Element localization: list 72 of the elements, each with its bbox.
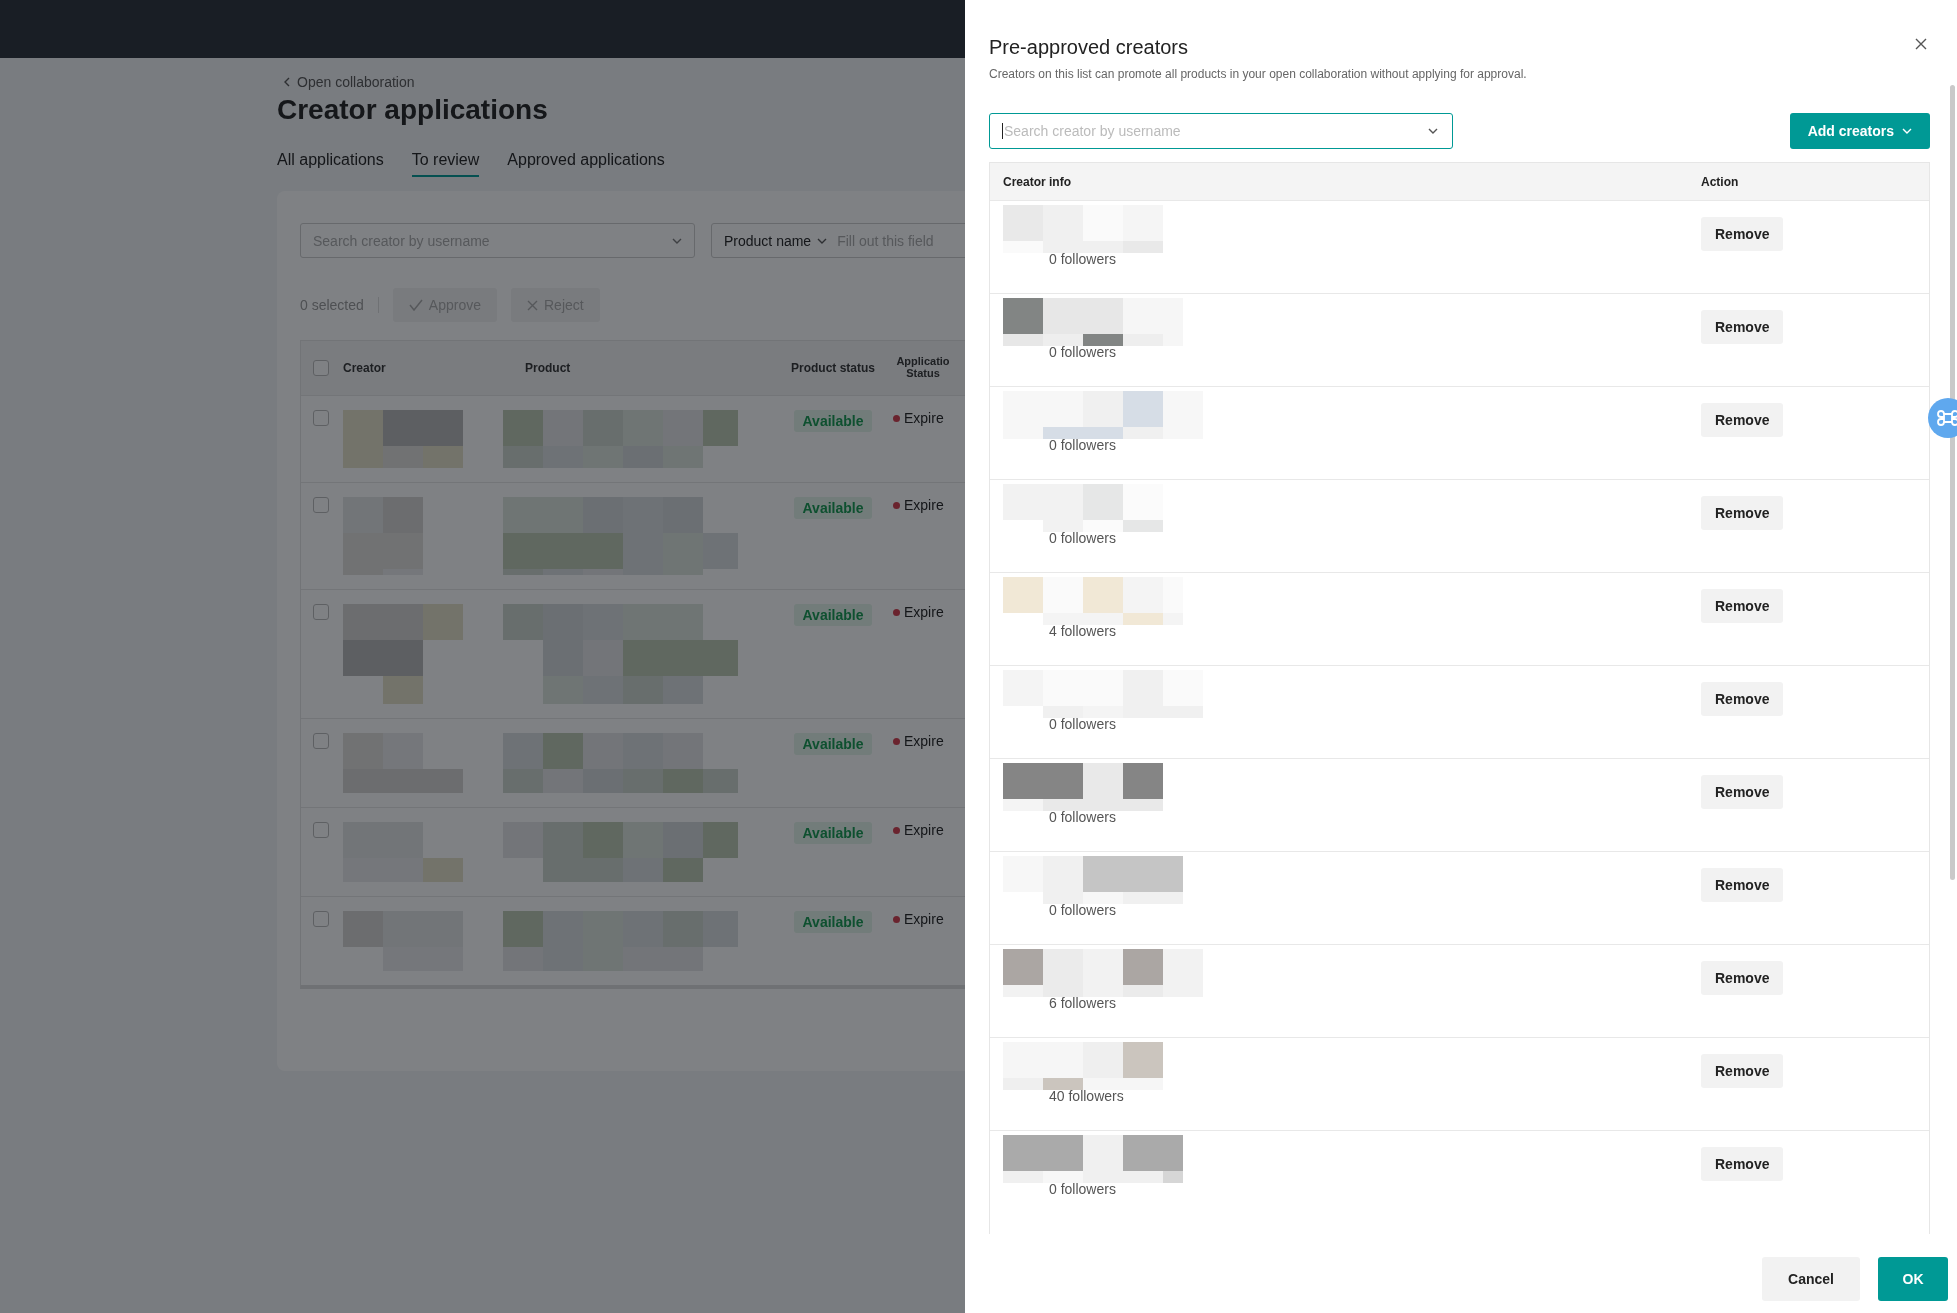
status-badge: Available — [793, 733, 873, 755]
cancel-button[interactable]: Cancel — [1762, 1257, 1860, 1301]
column-header: Creator — [343, 361, 386, 375]
status-dot — [893, 737, 900, 745]
status-dot — [893, 414, 900, 422]
column-header: Product status — [791, 361, 875, 375]
status-badge: Available — [793, 911, 873, 933]
follower-count: 40 followers — [1049, 1088, 1124, 1104]
drawer-title: Pre-approved creators — [989, 36, 1188, 59]
checkbox[interactable] — [313, 410, 329, 426]
page-title: Creator applications — [277, 94, 548, 126]
remove-button[interactable]: Remove — [1701, 1054, 1784, 1088]
remove-button[interactable]: Remove — [1701, 217, 1784, 251]
remove-button[interactable]: Remove — [1701, 775, 1784, 809]
tab[interactable]: All applications — [277, 150, 384, 177]
status-text: Expire — [904, 911, 944, 927]
status-text: Expire — [904, 733, 944, 749]
remove-button[interactable]: Remove — [1701, 589, 1784, 623]
remove-button[interactable]: Remove — [1701, 682, 1784, 716]
checkbox[interactable] — [313, 360, 329, 376]
follower-count: 6 followers — [1049, 995, 1116, 1011]
status-dot — [893, 826, 900, 834]
checkbox[interactable] — [313, 911, 329, 927]
status-text: Expire — [904, 497, 944, 513]
status-text: Expire — [904, 410, 944, 426]
follower-count: 0 followers — [1049, 902, 1116, 918]
status-text: Expire — [904, 604, 944, 620]
chevron-down-icon — [1902, 128, 1912, 134]
follower-count: 0 followers — [1049, 809, 1116, 825]
status-dot — [893, 501, 900, 509]
remove-button[interactable]: Remove — [1701, 496, 1784, 530]
follower-count: 0 followers — [1049, 251, 1116, 267]
tab[interactable]: To review — [411, 150, 480, 177]
add-creators-button[interactable]: Add creators — [1789, 113, 1930, 149]
column-header: Creator info — [1003, 174, 1071, 189]
chevron-down-icon — [1428, 128, 1438, 134]
ok-button[interactable]: OK — [1878, 1257, 1948, 1301]
chevron-down-icon — [672, 237, 682, 244]
drawer-description: Creators on this list can promote all products in your open collaboration without applying for approval. — [989, 67, 1527, 81]
column-header: Action — [1701, 174, 1739, 189]
column-header: Product — [525, 361, 571, 375]
status-dot — [893, 608, 900, 616]
status-badge: Available — [793, 822, 873, 844]
status-badge: Available — [793, 604, 873, 626]
follower-count: 0 followers — [1049, 1181, 1116, 1197]
status-text: Expire — [904, 822, 944, 838]
follower-count: 0 followers — [1049, 344, 1116, 360]
close-icon[interactable] — [1915, 38, 1927, 50]
chevron-down-icon — [817, 237, 828, 244]
remove-button[interactable]: Remove — [1701, 961, 1784, 995]
scrollbar[interactable] — [1950, 85, 1955, 880]
remove-button[interactable]: Remove — [1701, 310, 1784, 344]
checkbox[interactable] — [313, 604, 329, 620]
remove-button[interactable]: Remove — [1701, 868, 1784, 902]
status-dot — [893, 915, 900, 923]
checkbox[interactable] — [313, 733, 329, 749]
follower-count: 0 followers — [1049, 437, 1116, 453]
follower-count: 4 followers — [1049, 623, 1116, 639]
checkbox[interactable] — [313, 497, 329, 513]
remove-button[interactable]: Remove — [1701, 1147, 1784, 1181]
checkbox[interactable] — [313, 822, 329, 838]
remove-button[interactable]: Remove — [1701, 403, 1784, 437]
chevron-left-icon — [283, 77, 291, 87]
follower-count: 0 followers — [1049, 716, 1116, 732]
check-icon — [408, 299, 423, 311]
tab[interactable]: Approved applications — [507, 150, 665, 177]
command-icon[interactable] — [1928, 398, 1957, 438]
status-badge: Available — [793, 497, 873, 519]
follower-count: 0 followers — [1049, 530, 1116, 546]
close-icon — [527, 299, 538, 311]
status-badge: Available — [793, 410, 873, 432]
column-header: Applicatio Status — [895, 356, 951, 380]
